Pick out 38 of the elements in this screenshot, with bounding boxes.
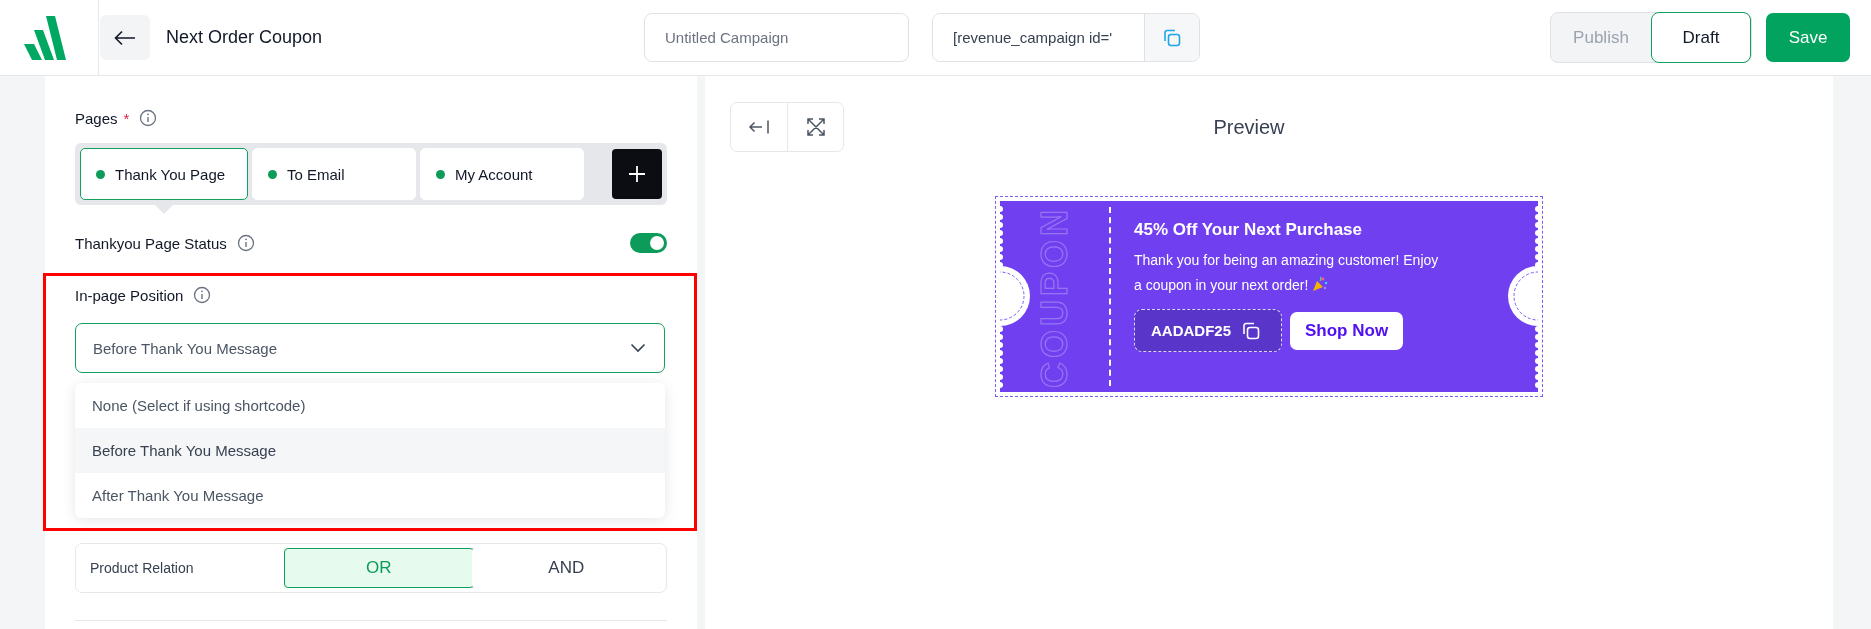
page-tab[interactable]: Thank You Page xyxy=(80,148,248,200)
dropdown-option[interactable]: After Thank You Message xyxy=(75,473,665,518)
dropdown-option[interactable]: None (Select if using shortcode) xyxy=(75,383,665,428)
collapse-left-icon xyxy=(748,119,770,135)
status-toggle[interactable] xyxy=(630,233,667,253)
position-select[interactable]: Before Thank You Message xyxy=(75,323,665,373)
page-tab[interactable]: My Account xyxy=(420,148,584,200)
info-icon xyxy=(193,286,212,304)
plus-icon xyxy=(628,165,646,183)
field-label: Thankyou Page Status xyxy=(75,234,227,252)
chevron-down-icon xyxy=(630,343,646,353)
preview-title: Preview xyxy=(1213,115,1285,139)
campaign-title: Next Order Coupon xyxy=(166,27,324,48)
back-button[interactable] xyxy=(100,15,150,60)
shortcode-field[interactable]: [revenue_campaign id=' xyxy=(932,13,1200,62)
back-arrow-icon xyxy=(114,29,136,46)
dropdown-option[interactable]: Before Thank You Message xyxy=(75,428,665,473)
relation-option[interactable]: AND xyxy=(471,548,661,588)
page-tab[interactable]: To Email xyxy=(252,148,416,200)
expand-icon xyxy=(805,117,826,137)
info-icon xyxy=(236,234,255,252)
coupon-code[interactable]: AADADF25 xyxy=(1134,309,1282,352)
campaign-name-field[interactable]: Untitled Campaign xyxy=(644,13,909,62)
copy-icon xyxy=(1162,27,1182,48)
party-popper-icon xyxy=(1312,276,1329,292)
coupon-message: Thank you for being an amazing customer! Enjoy a coupon in your next order! xyxy=(1134,251,1440,295)
required-mark: * xyxy=(123,109,130,127)
shop-now-button[interactable]: Shop Now xyxy=(1290,311,1404,350)
field-label: Pages xyxy=(75,109,118,127)
coupon-heading: 45% Off Your Next Purchase xyxy=(1134,220,1362,240)
info-icon xyxy=(139,109,158,127)
field-label: Product Relation xyxy=(90,560,195,576)
fullscreen-button[interactable] xyxy=(787,103,843,151)
status-toggle-option[interactable]: Draft xyxy=(1651,12,1751,63)
copy-icon xyxy=(1241,320,1261,341)
field-label: In-page Position xyxy=(75,286,184,304)
add-page-button[interactable] xyxy=(612,149,662,199)
copy-button[interactable] xyxy=(1144,14,1199,61)
